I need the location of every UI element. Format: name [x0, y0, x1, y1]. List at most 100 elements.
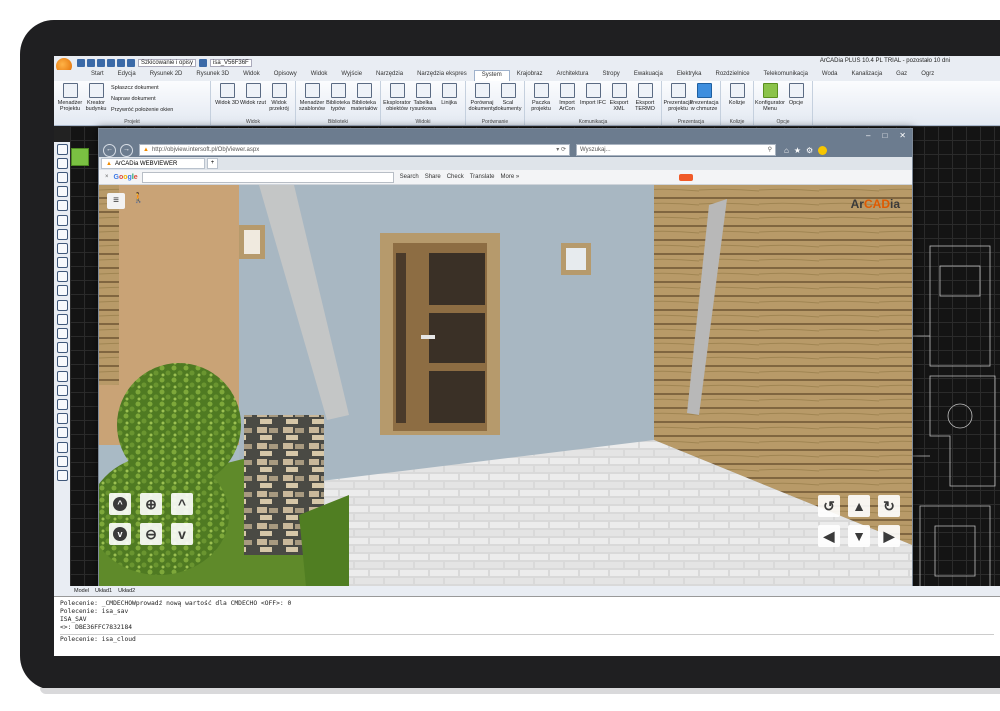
splaszcz-dokument-button[interactable]: Spłaszcz dokument	[111, 83, 173, 94]
line-tool-icon[interactable]	[56, 143, 68, 155]
move-forward-button[interactable]: ▲	[848, 495, 870, 517]
forward-icon[interactable]: →	[120, 143, 133, 157]
kreator-budynku-button[interactable]: Kreator budynku	[83, 83, 109, 123]
tab-narzedzia[interactable]: Narzędzia	[369, 70, 410, 81]
block-tool-icon[interactable]	[56, 299, 68, 311]
napraw-dokument-button[interactable]: Napraw dokument	[111, 94, 173, 105]
import-ifc-button[interactable]: Import IFC	[580, 83, 606, 123]
zoom-out-tool-icon[interactable]	[56, 455, 68, 467]
translate-button[interactable]: Translate	[470, 174, 495, 180]
new-tab-button[interactable]: +	[207, 158, 218, 169]
tab-opisowy[interactable]: Opisowy	[267, 70, 304, 81]
tab-gaz[interactable]: Gaz	[889, 70, 914, 81]
refresh-icon[interactable]: ▾ ⟳	[556, 145, 566, 155]
konfigurator-menu-button[interactable]: Konfigurator Menu	[755, 83, 785, 123]
tab-kanalizacja[interactable]: Kanalizacja	[844, 70, 889, 81]
tab-woda[interactable]: Woda	[815, 70, 845, 81]
command-input[interactable]: Polecenie: isa_cloud	[60, 634, 994, 644]
undo-icon[interactable]	[117, 59, 125, 67]
zoom-out-button[interactable]: ⊖	[140, 523, 162, 545]
share-button[interactable]: Share	[425, 174, 441, 180]
menadzer-szablonow-button[interactable]: Menadżer szablonów	[299, 83, 325, 123]
prezentacja-projektu-button[interactable]: Prezentacja projektu	[663, 83, 693, 123]
tab-ogrz[interactable]: Ogrz	[914, 70, 941, 81]
menadzer-projektu-button[interactable]: Menadżer Projektu	[57, 83, 83, 123]
file-tab[interactable]: isa_V56F36F	[210, 59, 252, 67]
layer-icon[interactable]	[199, 59, 208, 67]
move-up-button[interactable]: ^	[171, 493, 193, 515]
tab-architektura[interactable]: Architektura	[549, 70, 595, 81]
maximize-button[interactable]: □	[882, 131, 887, 140]
search-icon[interactable]: ⚲	[768, 145, 772, 155]
settings-icon[interactable]: ⚙	[806, 146, 813, 155]
widok-przekroj-button[interactable]: Widok przekrój	[266, 83, 292, 123]
google-search-button[interactable]: Search	[400, 174, 419, 180]
rotate-down-button[interactable]: v	[109, 523, 131, 545]
tab-uklad1[interactable]: Układ1	[95, 588, 112, 594]
redo-icon[interactable]	[127, 59, 135, 67]
biblioteka-materialow-button[interactable]: Biblioteka materiałów	[351, 83, 377, 123]
tab-stropy[interactable]: Stropy	[595, 70, 626, 81]
viewer-menu-button[interactable]: ≡	[107, 193, 125, 209]
widok-3d-button[interactable]: Widok 3D	[214, 83, 240, 123]
url-field[interactable]: ▲ http://objview.intersoft.pl/ObjViewer.a…	[139, 144, 570, 156]
prezentacja-chmura-button[interactable]: Prezentacja w chmurze	[689, 83, 719, 123]
scal-dokumenty-button[interactable]: Scal dokumenty	[495, 83, 521, 123]
eksport-xml-button[interactable]: Eksport XML	[606, 83, 632, 123]
tab-wstaw[interactable]: Widok	[236, 70, 267, 81]
opcje-button[interactable]: Opcje	[783, 83, 809, 123]
minimize-button[interactable]: –	[866, 131, 870, 140]
rotate-up-button[interactable]: ^	[109, 493, 131, 515]
tab-ewakuacja[interactable]: Ewakuacja	[627, 70, 670, 81]
biblioteka-typow-button[interactable]: Biblioteka typów	[325, 83, 351, 123]
tab-rysunek-3d[interactable]: Rysunek 3D	[189, 70, 236, 81]
dimension-tool-icon[interactable]	[56, 356, 68, 368]
paczka-projektu-button[interactable]: Paczka projektu	[528, 83, 554, 123]
ellipse-tool-icon[interactable]	[56, 200, 68, 212]
tab-telekomunikacja[interactable]: Telekomunikacja	[757, 70, 815, 81]
close-toolbar-icon[interactable]: ×	[105, 174, 109, 180]
smiley-icon[interactable]	[818, 145, 828, 155]
more-button[interactable]: More »	[501, 174, 520, 180]
walk-mode-icon[interactable]: 🚶	[132, 193, 144, 204]
move-back-button[interactable]: ▼	[848, 525, 870, 547]
tab-wyjscie[interactable]: Wyjście	[334, 70, 369, 81]
zoom-window-icon[interactable]	[56, 398, 68, 410]
zoom-extents-icon[interactable]	[56, 413, 68, 425]
circle-tool-icon[interactable]	[56, 186, 68, 198]
3d-webviewer[interactable]: ≡ 🚶 ArCADia ^ ⊕ ^ v ⊖ v ↺ ▲ ↻ ◀ ▼ ▶	[99, 185, 912, 617]
google-search-input[interactable]	[141, 171, 394, 183]
new-icon[interactable]	[77, 59, 85, 67]
close-button[interactable]: ✕	[899, 131, 906, 140]
polygon-tool-icon[interactable]	[56, 242, 68, 254]
rectangle-tool-icon[interactable]	[56, 228, 68, 240]
workspace-dropdown[interactable]: Szkicowanie i opisy	[138, 59, 197, 67]
check-button[interactable]: Check	[447, 174, 464, 180]
arc-tool-icon[interactable]	[56, 171, 68, 183]
move-right-button[interactable]: ▶	[878, 525, 900, 547]
point-tool-icon[interactable]	[56, 285, 68, 297]
back-icon[interactable]: ←	[103, 143, 116, 157]
kolizje-button[interactable]: Kolizje	[724, 83, 750, 123]
save-icon[interactable]	[97, 59, 105, 67]
tab-widok[interactable]: Widok	[304, 70, 335, 81]
move-left-button[interactable]: ◀	[818, 525, 840, 547]
browser-search-field[interactable]: Wyszukaj... ⚲	[576, 144, 776, 156]
eksplorator-obiektow-button[interactable]: Eksplorator obiektów	[383, 83, 411, 123]
zoom-in-tool-icon[interactable]	[56, 441, 68, 453]
text-tool-icon[interactable]	[56, 328, 68, 340]
mtext-tool-icon[interactable]	[56, 342, 68, 354]
rotate-right-button[interactable]: ↻	[878, 495, 900, 517]
tab-model[interactable]: Model	[74, 588, 89, 594]
tab-edycja[interactable]: Edycja	[111, 70, 143, 81]
insert-tool-icon[interactable]	[56, 313, 68, 325]
zoom-tool-icon[interactable]	[56, 384, 68, 396]
widok-rzut-button[interactable]: Widok rzut	[240, 83, 266, 123]
move-down-button[interactable]: v	[171, 523, 193, 545]
hatch-tool-icon[interactable]	[56, 257, 68, 269]
polyline-tool-icon[interactable]	[56, 157, 68, 169]
spline-tool-icon[interactable]	[56, 214, 68, 226]
tab-uklad2[interactable]: Układ2	[118, 588, 135, 594]
tab-elektryka[interactable]: Elektryka	[670, 70, 709, 81]
tab-arcadia-webviewer[interactable]: ▲ ArCADia WEBVIEWER	[101, 158, 205, 169]
